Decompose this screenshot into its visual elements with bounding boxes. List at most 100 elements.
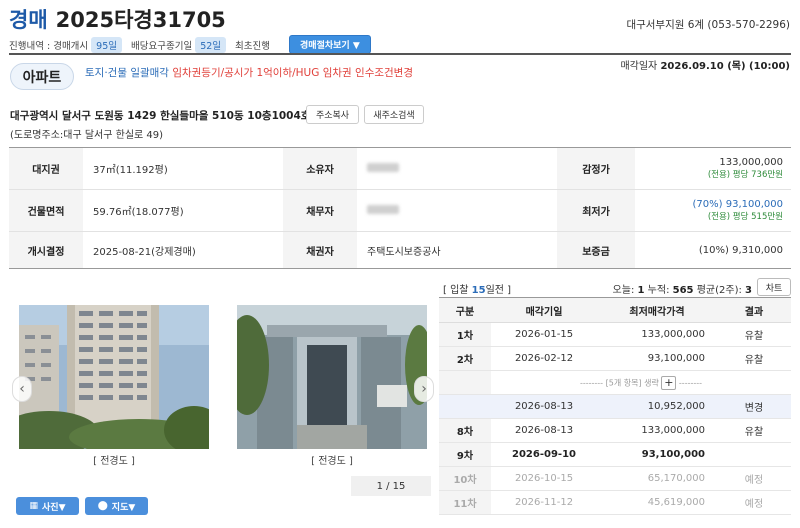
col-result: 결과 — [717, 297, 791, 323]
col-min-price: 최저매각가격 — [597, 297, 717, 323]
masked-name — [367, 204, 399, 214]
round-cell — [439, 370, 491, 395]
table-row-future: 10차 2026-10-15 65,170,000 예정 — [439, 466, 791, 491]
bid-history-table: 구분 매각기일 최저매각가격 결과 1차 2026-01-15 133,000,… — [439, 297, 791, 515]
procedure-button[interactable]: 경매절차보기 ▼ — [289, 35, 371, 54]
sale-date: 매각일자 2026.09.10 (목) (10:00) — [620, 57, 790, 72]
new-address-search-button[interactable]: 새주소검색 — [364, 105, 424, 124]
photo-pager: 1 / 15 — [351, 476, 431, 496]
bid-countdown-days: 15 — [471, 285, 486, 296]
header-divider — [9, 53, 791, 55]
entrance-photo-image — [237, 305, 427, 449]
expand-rows-button[interactable]: + — [661, 375, 677, 390]
price-cell: 93,100,000 — [597, 346, 717, 371]
sale-date-value: 2026.09.10 (목) (10:00) — [660, 61, 790, 72]
result-cell: 변경 — [717, 394, 791, 419]
price-cell: 10,952,000 — [597, 394, 717, 419]
round-cell — [439, 394, 491, 419]
omitted-rows: -------- [5개 항목] 생략 + -------- — [439, 370, 791, 395]
exterior-photo-2[interactable] — [237, 305, 427, 449]
date-cell: 2026-11-12 — [491, 490, 597, 515]
avg-label: 평균(2주): — [696, 285, 742, 296]
chart-button[interactable]: 차트 — [757, 278, 791, 296]
info-row: 건물면적 59.76㎡(18.077평) 채무자 최저가 (70%) 93,10… — [9, 189, 791, 232]
round-cell: 1차 — [439, 322, 491, 347]
bid-countdown-suffix: 일전 ] — [485, 285, 512, 296]
result-cell: 예정 — [717, 490, 791, 515]
table-row: 2차 2026-02-12 93,100,000 유찰 — [439, 346, 791, 371]
bulk-sale-note: 토지·건물 일괄매각 — [85, 67, 169, 79]
date-cell: 2026-08-13 — [491, 418, 597, 443]
photo-menu-button[interactable]: ▦ 사진▼ — [16, 497, 79, 515]
progress-line: 진행내역 : 경매개시 95일 배당요구종기일 52일 최초진행 경매절차보기 … — [9, 35, 371, 54]
info-row: 대지권 37㎡(11.192평) 소유자 감정가 133,000,000 (전용… — [9, 147, 791, 190]
start-label: 진행내역 : 경매개시 — [9, 40, 89, 52]
appraisal-label: 감정가 — [557, 147, 635, 190]
sale-date-label: 매각일자 — [620, 61, 658, 72]
exterior-photo-1[interactable] — [19, 305, 209, 449]
appraisal-per-pyeong: (전용) 평당 736만원 — [707, 170, 783, 180]
appraisal-cell: 133,000,000 (전용) 평당 736만원 — [635, 147, 791, 190]
result-cell: 예정 — [717, 466, 791, 491]
prev-photo-button[interactable]: ‹ — [12, 376, 32, 402]
owner-label: 소유자 — [283, 147, 357, 190]
road-address: (도로명주소:대구 달서구 한실로 49) — [10, 130, 164, 141]
price-cell: 133,000,000 — [597, 418, 717, 443]
price-cell: 133,000,000 — [597, 322, 717, 347]
property-type-pill: 아파트 — [10, 63, 74, 90]
date-cell: 2026-09-10 — [491, 442, 597, 467]
appraisal-value: 133,000,000 — [719, 157, 783, 168]
masked-name — [367, 162, 399, 172]
result-cell — [717, 442, 791, 467]
price-cell: 45,619,000 — [597, 490, 717, 515]
deposit-value: (10%) 9,310,000 — [635, 231, 791, 269]
today-count: 1 — [637, 285, 645, 296]
owner-value — [357, 147, 557, 190]
photo-caption-1: [ 전경도 ] — [93, 456, 135, 467]
min-price-per-pyeong: (전용) 평당 515만원 — [707, 212, 783, 222]
first-progress-label: 최초진행 — [235, 40, 271, 52]
omitted-text: -------- [5개 항목] 생략 + -------- — [491, 370, 791, 395]
dividend-days-badge: 52일 — [195, 36, 227, 53]
total-count: 565 — [672, 285, 694, 296]
min-price-cell: (70%) 93,100,000 (전용) 평당 515만원 — [635, 189, 791, 232]
map-menu-button[interactable]: ⬤ 지도▼ — [85, 497, 148, 515]
bid-header-row: 구분 매각기일 최저매각가격 결과 — [439, 297, 791, 323]
col-round: 구분 — [439, 297, 491, 323]
creditor-label: 채권자 — [283, 231, 357, 269]
round-cell: 10차 — [439, 466, 491, 491]
view-stats: 오늘: 1 누적: 565 평균(2주): 3 — [613, 281, 752, 296]
chevron-right-icon: › — [421, 381, 427, 397]
area-label: 건물면적 — [9, 189, 83, 232]
next-photo-button[interactable]: › — [414, 376, 434, 402]
photo-menu-label: 사진▼ — [42, 502, 66, 513]
min-price-value: (70%) 93,100,000 — [692, 199, 783, 210]
auction-type: 경매 — [9, 8, 48, 32]
grid-icon: ▦ — [29, 501, 39, 511]
start-decision-value: 2025-08-21(강제경매) — [83, 231, 283, 269]
round-cell: 9차 — [439, 442, 491, 467]
result-cell: 유찰 — [717, 418, 791, 443]
start-decision-label: 개시결정 — [9, 231, 83, 269]
sale-notes: 토지·건물 일괄매각 임차권등기/공시가 1억이하/HUG 임차권 인수조건변경 — [85, 65, 413, 80]
date-cell: 2026-08-13 — [491, 394, 597, 419]
lot-address: 대구광역시 달서구 도원동 1429 한실들마을 510동 10층1004호 — [10, 110, 311, 122]
date-cell: 2026-01-15 — [491, 322, 597, 347]
date-cell: 2026-10-15 — [491, 466, 597, 491]
start-days-badge: 95일 — [91, 36, 123, 53]
copy-address-button[interactable]: 주소복사 — [306, 105, 359, 124]
total-label: 누적: — [647, 285, 670, 296]
area-value: 59.76㎡(18.077평) — [83, 189, 283, 232]
land-label: 대지권 — [9, 147, 83, 190]
debtor-value — [357, 189, 557, 232]
avg-count: 3 — [745, 285, 752, 296]
result-cell: 유찰 — [717, 346, 791, 371]
info-row: 개시결정 2025-08-21(강제경매) 채권자 주택도시보증공사 보증금 (… — [9, 231, 791, 269]
table-row: 1차 2026-01-15 133,000,000 유찰 — [439, 322, 791, 347]
today-label: 오늘: — [612, 285, 635, 296]
dividend-label: 배당요구종기일 — [131, 40, 193, 52]
table-row-current: 9차 2026-09-10 93,100,000 — [439, 442, 791, 467]
creditor-value: 주택도시보증공사 — [357, 231, 557, 269]
round-cell: 11차 — [439, 490, 491, 515]
omitted-tail: -------- — [678, 378, 703, 387]
